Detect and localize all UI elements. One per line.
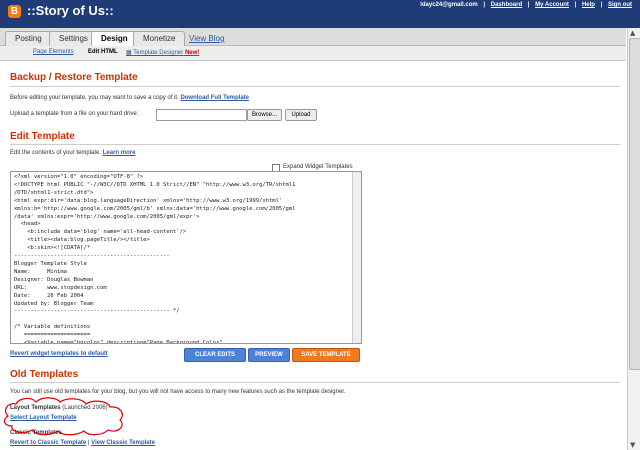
upload-label: Upload a template from a file on your ha… (10, 111, 139, 117)
dashboard-link[interactable]: Dashboard (491, 2, 522, 8)
learn-more-link[interactable]: Learn more (103, 150, 136, 156)
clear-edits-button[interactable]: CLEAR EDITS (184, 348, 246, 362)
scroll-up-arrow-icon[interactable]: ▲ (630, 29, 635, 37)
design-subtabs: Page Elements Edit HTML ▦ Template Desig… (0, 46, 626, 61)
new-badge: New! (184, 50, 200, 56)
tab-monetize[interactable]: Monetize (133, 31, 186, 46)
backup-intro-line: Before editing your template, you may wa… (10, 95, 249, 101)
revert-widgets-link-wrap: Revert widget templates to default (10, 351, 108, 357)
divider (10, 382, 620, 383)
blogger-logo-icon[interactable]: B (8, 5, 21, 18)
file-path-input[interactable] (156, 109, 247, 121)
template-code-editor[interactable]: <?xml version="1.0" encoding="UTF-8" ?> … (10, 171, 362, 344)
upload-button[interactable]: Upload (285, 109, 317, 121)
template-code[interactable]: <?xml version="1.0" encoding="UTF-8" ?> … (11, 172, 361, 343)
user-links: ldayc24@gmail.com | Dashboard | My Accou… (420, 2, 632, 8)
classic-links: Revert to Classic Template | View Classi… (10, 440, 155, 446)
scroll-down-arrow-icon[interactable]: ▼ (630, 441, 635, 449)
tab-posting[interactable]: Posting (5, 31, 52, 46)
sign-out-link[interactable]: Sign out (608, 2, 632, 8)
old-templates-heading: Old Templates (10, 369, 79, 380)
backup-heading: Backup / Restore Template (10, 72, 138, 83)
expand-widget-label: Expand Widget Templates (283, 164, 353, 170)
blog-title: ::Story of Us:: (27, 3, 114, 18)
help-link[interactable]: Help (582, 2, 595, 8)
preview-button[interactable]: PREVIEW (248, 348, 290, 362)
backup-intro: Before editing your template, you may wa… (10, 95, 179, 101)
page-scrollbar[interactable]: ▲ ▼ (627, 28, 640, 450)
revert-widgets-link[interactable]: Revert widget templates to default (10, 351, 108, 357)
browse-button[interactable]: Browse... (247, 109, 282, 121)
my-account-link[interactable]: My Account (535, 2, 569, 8)
divider (10, 144, 620, 145)
view-blog-link[interactable]: View Blog (189, 34, 224, 43)
template-designer-icon: ▦ (126, 50, 132, 56)
revert-classic-link[interactable]: Revert to Classic Template (10, 440, 86, 446)
divider (10, 86, 620, 87)
subtab-edit-html[interactable]: Edit HTML (88, 49, 118, 55)
save-template-button[interactable]: SAVE TEMPLATE (292, 348, 360, 362)
user-email: ldayc24@gmail.com (420, 2, 478, 8)
annotation-cloud-icon (3, 397, 123, 436)
edit-template-heading: Edit Template (10, 131, 75, 142)
subtab-template-designer[interactable]: ▦ Template Designer New! (126, 49, 199, 56)
link-separator: | (87, 440, 90, 446)
view-classic-link[interactable]: View Classic Template (91, 440, 155, 446)
scrollbar-thumb[interactable] (629, 38, 640, 370)
edit-intro: Edit the contents of your template. (10, 150, 102, 156)
main-tabs: Posting Settings Design Monetize View Bl… (0, 28, 626, 47)
subtab-page-elements[interactable]: Page Elements (33, 49, 74, 55)
top-header-bar: B ::Story of Us:: ldayc24@gmail.com | Da… (0, 0, 640, 28)
old-templates-intro: You can still use old templates for your… (10, 389, 346, 395)
tab-design[interactable]: Design (91, 31, 138, 47)
edit-intro-line: Edit the contents of your template. Lear… (10, 150, 135, 156)
download-template-link[interactable]: Download Full Template (180, 95, 249, 101)
editor-scrollbar[interactable] (352, 172, 361, 343)
template-designer-label: Template Designer (133, 50, 184, 56)
